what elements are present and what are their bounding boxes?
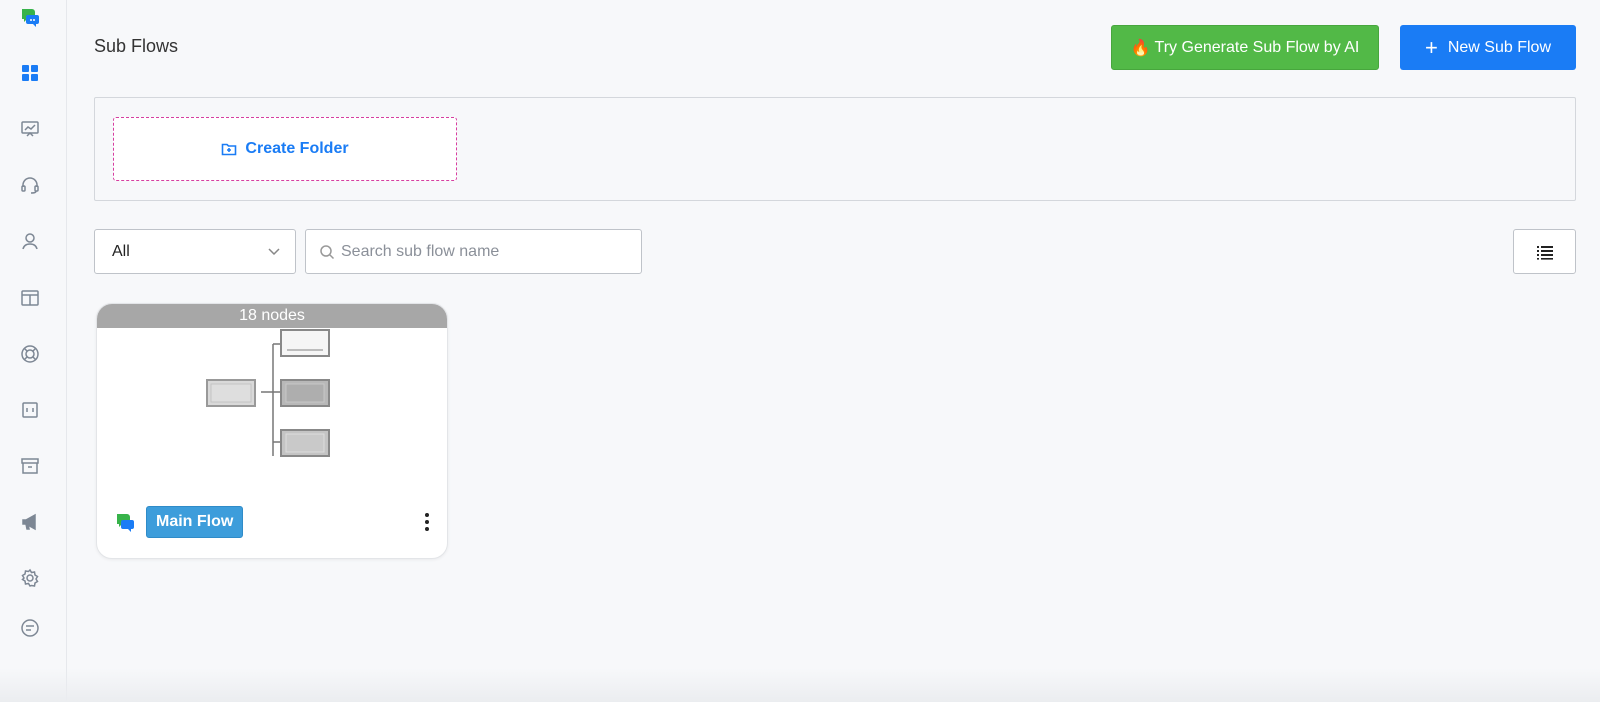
lifebuoy-icon[interactable]	[19, 343, 41, 365]
analytics-icon[interactable]	[19, 118, 41, 140]
flow-name-badge[interactable]: Main Flow	[146, 506, 244, 538]
generate-ai-button[interactable]: 🔥 Try Generate Sub Flow by AI	[1111, 25, 1379, 70]
gear-icon[interactable]	[19, 567, 41, 589]
folder-filter-value: All	[112, 242, 130, 260]
page-title: Sub Flows	[94, 36, 179, 56]
create-folder-label: Create Folder	[245, 140, 349, 157]
search-icon	[319, 244, 335, 260]
headset-icon[interactable]	[19, 174, 41, 196]
sidebar	[0, 0, 67, 702]
generate-ai-label: Try Generate Sub Flow by AI	[1154, 38, 1360, 56]
dashboard-icon[interactable]	[19, 62, 41, 84]
folder-filter-select[interactable]: All	[94, 229, 296, 274]
folder-plus-icon	[222, 143, 237, 156]
flow-logo-icon	[115, 512, 137, 534]
create-folder-button[interactable]: Create Folder	[113, 117, 457, 181]
layout-icon[interactable]	[19, 287, 41, 309]
new-sub-flow-label: New Sub Flow	[1447, 38, 1551, 56]
chat-icon[interactable]	[19, 617, 41, 639]
id-card-icon[interactable]	[19, 399, 41, 421]
user-icon[interactable]	[19, 230, 41, 252]
sub-flow-card[interactable]: 18 nodes Main Flow	[96, 303, 448, 559]
more-options-icon[interactable]	[419, 510, 435, 534]
list-view-toggle[interactable]	[1513, 229, 1576, 274]
megaphone-icon[interactable]	[19, 511, 41, 533]
search-box	[305, 229, 642, 274]
card-footer: Main Flow	[115, 505, 435, 539]
fire-icon: 🔥	[1130, 39, 1151, 57]
main-content: Sub Flows 🔥 Try Generate Sub Flow by AI …	[67, 0, 1600, 702]
flow-preview-diagram	[205, 328, 335, 463]
bottom-shadow	[0, 668, 1600, 702]
app-logo-icon[interactable]	[19, 6, 41, 28]
archive-icon[interactable]	[19, 455, 41, 477]
search-input[interactable]	[341, 242, 631, 261]
folder-panel: Create Folder	[94, 97, 1576, 201]
node-count-header: 18 nodes	[97, 304, 447, 328]
list-icon	[1536, 245, 1553, 260]
chevron-down-icon	[267, 244, 281, 258]
new-sub-flow-button[interactable]: + New Sub Flow	[1400, 25, 1576, 70]
plus-icon: +	[1424, 34, 1438, 60]
